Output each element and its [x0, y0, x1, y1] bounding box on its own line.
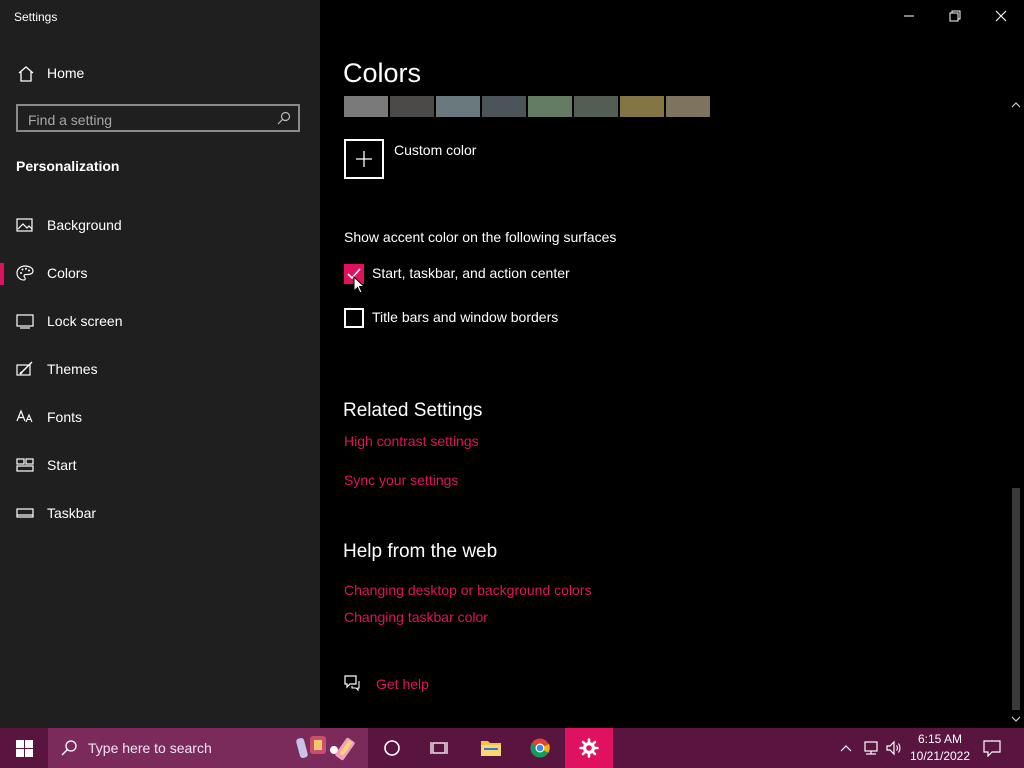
taskbar-search-box[interactable]: Type here to search: [48, 728, 368, 768]
sidebar-item-themes[interactable]: Themes: [0, 349, 320, 389]
chrome-icon: [530, 738, 550, 758]
minimize-button[interactable]: [886, 0, 932, 32]
color-swatch[interactable]: [482, 96, 526, 117]
palette-icon: [16, 265, 34, 281]
title-bars-checkbox[interactable]: [344, 308, 364, 328]
minimize-icon: [904, 15, 914, 17]
chrome-button[interactable]: [516, 728, 564, 768]
home-nav-item[interactable]: Home: [0, 58, 320, 90]
close-icon: [995, 10, 1007, 22]
mouse-cursor-icon: [353, 276, 365, 294]
search-placeholder: Find a setting: [28, 112, 113, 128]
network-icon: [864, 741, 878, 755]
taskbar: Type here to search 6:15 AM 10/21/2022: [0, 728, 1024, 768]
accent-surfaces-heading: Show accent color on the following surfa…: [344, 229, 617, 245]
checkbox-label[interactable]: Start, taskbar, and action center: [372, 265, 570, 281]
network-tray-button[interactable]: [860, 728, 882, 768]
sidebar-item-lock-screen[interactable]: Lock screen: [0, 301, 320, 341]
start-icon: [16, 457, 34, 473]
sidebar-item-label: Background: [47, 217, 122, 233]
chevron-up-icon: [840, 745, 852, 752]
plus-icon: [356, 151, 372, 167]
sidebar-item-colors[interactable]: Colors: [0, 253, 320, 293]
windows-logo-icon: [16, 740, 33, 757]
action-center-button[interactable]: [978, 728, 1006, 768]
custom-color-button[interactable]: [344, 139, 384, 179]
custom-color-label[interactable]: Custom color: [394, 142, 476, 158]
sidebar-item-start[interactable]: Start: [0, 445, 320, 485]
color-swatch[interactable]: [574, 96, 618, 117]
speaker-icon: [886, 740, 901, 756]
home-icon: [17, 65, 35, 83]
find-setting-input[interactable]: Find a setting: [16, 104, 300, 132]
get-help-icon: [343, 674, 361, 692]
sidebar-item-label: Themes: [47, 361, 98, 377]
task-view-button[interactable]: [416, 728, 464, 768]
close-button[interactable]: [978, 0, 1024, 32]
taskbar-search-placeholder: Type here to search: [88, 740, 212, 756]
cortana-circle-icon: [384, 740, 400, 756]
folder-icon: [481, 741, 501, 756]
settings-app-button[interactable]: [565, 728, 613, 768]
taskbar-clock[interactable]: 6:15 AM 10/21/2022: [904, 731, 976, 765]
home-label: Home: [47, 65, 85, 81]
color-swatch[interactable]: [436, 96, 480, 117]
notification-icon: [983, 740, 1001, 757]
cortana-button[interactable]: [368, 728, 416, 768]
color-swatch[interactable]: [620, 96, 664, 117]
color-swatch[interactable]: [344, 96, 388, 117]
show-hidden-icons-button[interactable]: [838, 728, 854, 768]
scrollbar[interactable]: [1008, 96, 1024, 728]
help-link-taskbar-color[interactable]: Changing taskbar color: [344, 609, 488, 625]
sidebar-item-taskbar[interactable]: Taskbar: [0, 493, 320, 533]
help-link-desktop-colors[interactable]: Changing desktop or background colors: [344, 582, 592, 598]
sidebar-item-label: Start: [47, 457, 77, 473]
color-swatch[interactable]: [528, 96, 572, 117]
task-view-icon: [430, 742, 448, 754]
selection-indicator: [0, 263, 4, 285]
restore-button[interactable]: [932, 0, 978, 32]
scroll-down-icon[interactable]: [1011, 714, 1021, 724]
sidebar-item-background[interactable]: Background: [0, 205, 320, 245]
search-highlight-illustration: [296, 736, 355, 761]
start-button[interactable]: [0, 728, 48, 768]
search-icon[interactable]: [277, 111, 291, 125]
clock-date: 10/21/2022: [909, 749, 971, 763]
volume-tray-button[interactable]: [884, 728, 904, 768]
sidebar-item-label: Taskbar: [47, 505, 97, 521]
fonts-icon: [16, 409, 34, 425]
clock-time: 6:15 AM: [917, 732, 963, 746]
file-explorer-button[interactable]: [466, 728, 514, 768]
checkbox-label[interactable]: Title bars and window borders: [372, 309, 558, 325]
help-heading: Help from the web: [343, 541, 498, 562]
restore-icon: [949, 10, 961, 22]
picture-icon: [16, 217, 34, 233]
sidebar: Settings Home Find a setting Personaliza…: [0, 0, 320, 728]
brush-icon: [16, 361, 34, 377]
color-swatch[interactable]: [666, 96, 710, 117]
high-contrast-link[interactable]: High contrast settings: [344, 433, 479, 449]
sync-settings-link[interactable]: Sync your settings: [344, 472, 458, 488]
page-title: Colors: [343, 58, 422, 88]
sidebar-item-label: Fonts: [47, 409, 83, 425]
related-settings-heading: Related Settings: [343, 400, 483, 421]
color-swatch-row: [344, 96, 710, 117]
get-help-link[interactable]: Get help: [376, 676, 429, 692]
app-title: Settings: [14, 10, 58, 24]
taskbar-icon: [16, 505, 34, 521]
search-icon: [61, 740, 77, 756]
scrollbar-thumb[interactable]: [1012, 488, 1020, 710]
sidebar-item-label: Lock screen: [47, 313, 123, 329]
sidebar-item-fonts[interactable]: Fonts: [0, 397, 320, 437]
gear-icon: [579, 738, 599, 758]
color-swatch[interactable]: [390, 96, 434, 117]
section-title: Personalization: [16, 158, 120, 174]
lock-screen-icon: [16, 313, 34, 329]
sidebar-item-label: Colors: [47, 265, 88, 281]
scroll-up-icon[interactable]: [1011, 100, 1021, 110]
